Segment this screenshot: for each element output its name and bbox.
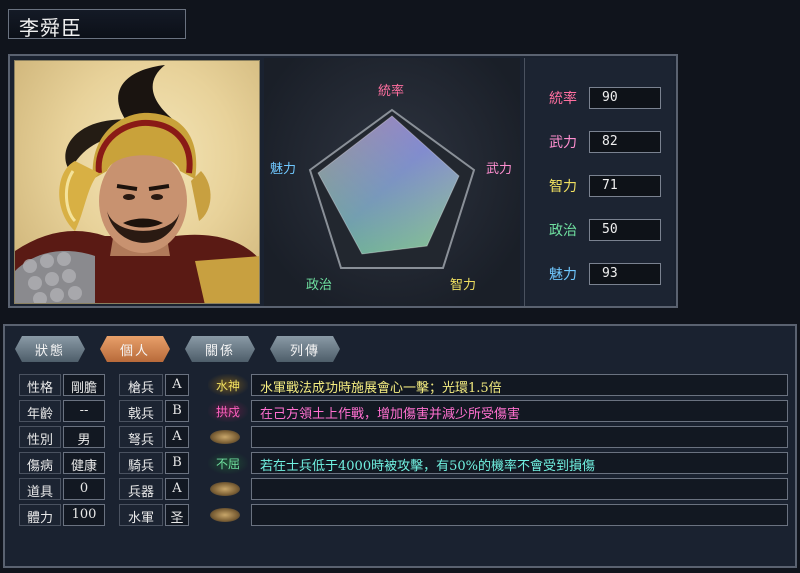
aptitude-value: A [165, 374, 189, 396]
stat-value: 90 [589, 87, 661, 109]
tab-relations[interactable]: 關係 [185, 336, 255, 362]
personal-value: 0 [63, 478, 105, 500]
tab-personal[interactable]: 個人 [100, 336, 170, 362]
aptitude-value: B [165, 452, 189, 474]
skill-name[interactable]: 不屈 [208, 452, 248, 474]
stat-label: 統率 [549, 91, 577, 107]
aptitude-value: B [165, 400, 189, 422]
radar-label-pol: 政治 [306, 278, 333, 293]
personal-label: 道具 [19, 478, 61, 500]
stat-label: 武力 [549, 135, 577, 151]
personal-value: 100 [63, 504, 105, 526]
personal-value: 健康 [63, 452, 105, 474]
aptitude-value: A [165, 478, 189, 500]
skill-description [251, 504, 788, 526]
aptitude-label: 兵器 [119, 478, 163, 500]
empty-skill-slot [210, 508, 240, 522]
personal-value: 男 [63, 426, 105, 448]
stat-value: 82 [589, 131, 661, 153]
stat-row-pol: 政治 50 [543, 218, 661, 242]
skill-name[interactable]: 拱戍 [208, 400, 248, 422]
aptitude-value: 圣 [165, 504, 189, 526]
skill-description: 在己方領土上作戰，增加傷害并減少所受傷害 [251, 400, 788, 422]
aptitude-label: 水軍 [119, 504, 163, 526]
stat-value: 50 [589, 219, 661, 241]
stat-row-war: 武力 82 [543, 130, 661, 154]
stat-row-int: 智力 71 [543, 174, 661, 198]
officer-name: 李舜臣 [8, 9, 186, 40]
aptitude-value: A [165, 426, 189, 448]
personal-label: 性別 [19, 426, 61, 448]
stats-radar-chart: 統率 武力 智力 政治 魅力 [264, 58, 520, 306]
radar-label-chr: 魅力 [270, 162, 297, 177]
stat-label: 政治 [549, 223, 577, 239]
tab-status[interactable]: 狀態 [15, 336, 85, 362]
skill-description: 若在士兵低于4000時被攻擊，有50%的機率不會受到損傷 [251, 452, 788, 474]
stat-value: 93 [589, 263, 661, 285]
tab-biography[interactable]: 列傳 [270, 336, 340, 362]
personal-value: 剛膽 [63, 374, 105, 396]
details-panel: 狀態 個人 關係 列傳 性格 剛膽 年齡 -- 性別 男 傷病 健康 道具 0 … [3, 324, 797, 568]
radar-label-lead: 統率 [378, 84, 405, 99]
stats-panel: 統率 90 武力 82 智力 71 政治 50 魅力 93 [524, 58, 674, 306]
stat-value: 71 [589, 175, 661, 197]
stat-label: 智力 [549, 179, 577, 195]
aptitude-label: 戟兵 [119, 400, 163, 422]
radar-label-war: 武力 [486, 162, 513, 177]
skill-name[interactable]: 水神 [208, 374, 248, 396]
skill-description [251, 478, 788, 500]
empty-skill-slot [210, 430, 240, 444]
officer-portrait [14, 60, 260, 304]
skill-description: 水軍戰法成功時施展會心一擊；光環1.5倍 [251, 374, 788, 396]
personal-label: 體力 [19, 504, 61, 526]
personal-label: 傷病 [19, 452, 61, 474]
radar-label-int: 智力 [450, 278, 477, 293]
empty-skill-slot [210, 482, 240, 496]
stat-row-lead: 統率 90 [543, 86, 661, 110]
personal-label: 性格 [19, 374, 61, 396]
stat-row-chr: 魅力 93 [543, 262, 661, 286]
personal-label: 年齡 [19, 400, 61, 422]
personal-value: -- [63, 400, 105, 422]
stat-label: 魅力 [549, 267, 577, 283]
aptitude-label: 弩兵 [119, 426, 163, 448]
officer-overview-panel: 統率 武力 智力 政治 魅力 統率 90 武力 82 智力 71 政治 50 魅… [8, 54, 678, 308]
aptitude-label: 槍兵 [119, 374, 163, 396]
skill-description [251, 426, 788, 448]
aptitude-label: 騎兵 [119, 452, 163, 474]
